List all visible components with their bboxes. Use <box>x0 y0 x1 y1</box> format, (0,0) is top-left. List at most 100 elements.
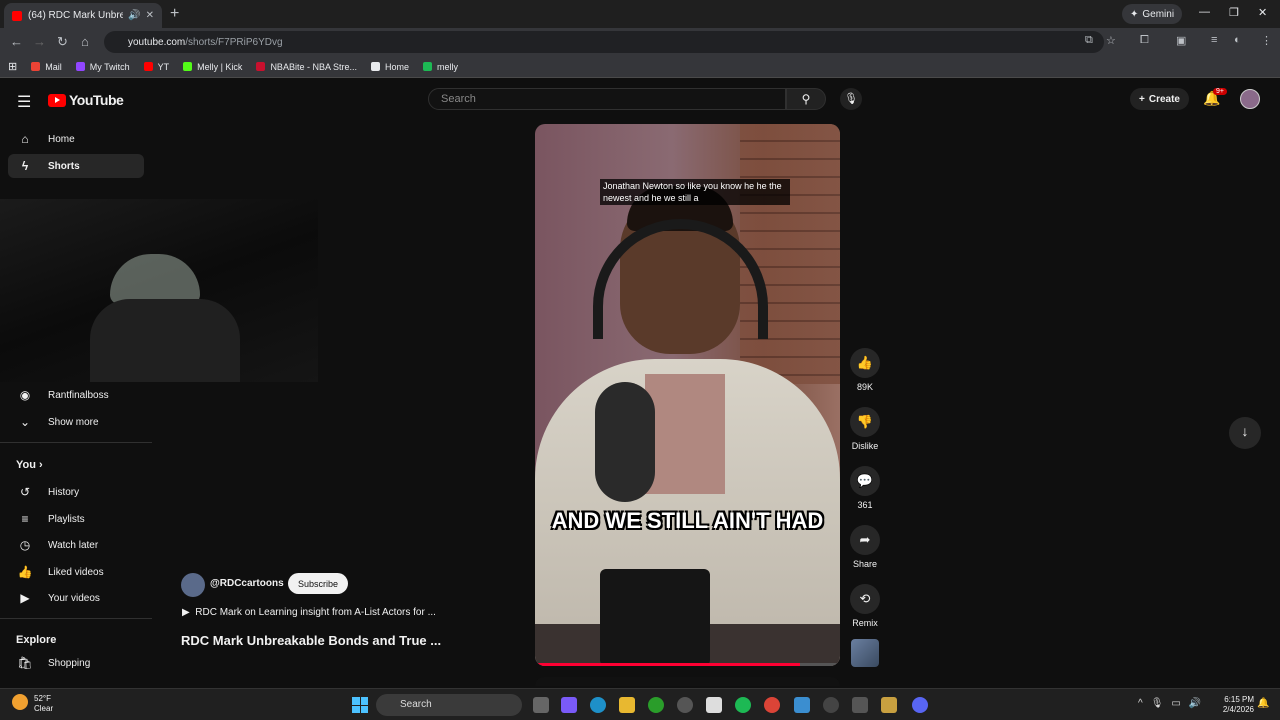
sidebar-item-history[interactable]: ↺ History <box>8 480 144 504</box>
new-tab-icon[interactable]: + <box>170 5 179 23</box>
bookmark-nbabite[interactable]: NBABite - NBA Stre... <box>256 62 357 72</box>
shorts-icon: ϟ <box>21 159 29 173</box>
browser-tab[interactable]: (64) RDC Mark Unbreakable 🔊 ✕ <box>4 3 162 28</box>
account-avatar[interactable] <box>1240 89 1260 109</box>
xbox-icon[interactable] <box>648 697 664 713</box>
discord-icon[interactable] <box>912 697 928 713</box>
logo-text: YouTube <box>69 92 124 108</box>
profile-icon[interactable]: ◐ <box>1234 34 1241 46</box>
chrome-menu-icon[interactable]: ⋮ <box>1261 34 1272 47</box>
sidebar-you-heading[interactable]: You › <box>16 459 43 471</box>
bookmark-mail[interactable]: Mail <box>31 62 62 72</box>
channel-avatar-icon: ◉ <box>19 388 31 402</box>
minimize-icon[interactable]: — <box>1199 6 1210 18</box>
thumbs-down-icon: 👎 <box>850 407 880 437</box>
sidebar-item-shorts[interactable]: ϟ Shorts <box>8 154 144 178</box>
microphone-icon[interactable]: 🎙 <box>1151 698 1164 709</box>
share-button[interactable]: ➦ Share <box>849 525 881 569</box>
tab-close-icon[interactable]: ✕ <box>146 10 154 21</box>
network-icon[interactable]: ▭ <box>1171 698 1180 709</box>
youtube-play-icon <box>48 93 66 107</box>
bookmark-kick[interactable]: Melly | Kick <box>183 62 242 72</box>
notification-center-icon[interactable]: 🔔 <box>1257 698 1269 709</box>
channel-avatar[interactable] <box>181 573 205 597</box>
url-host: youtube.com <box>128 36 186 48</box>
dislike-button[interactable]: 👎 Dislike <box>849 407 881 451</box>
sidebar-item-liked-videos[interactable]: 👍 Liked videos <box>8 560 144 584</box>
photos-icon[interactable] <box>794 697 810 713</box>
sidebar-item-shopping[interactable]: 🛍 Shopping <box>8 651 144 675</box>
forward-icon[interactable]: → <box>33 34 46 49</box>
video-progress-bar[interactable] <box>535 663 840 666</box>
file-explorer-icon[interactable] <box>619 697 635 713</box>
next-short-button[interactable]: ↓ <box>1229 417 1261 449</box>
menu-icon[interactable]: ☰ <box>17 92 31 112</box>
youtube-logo[interactable]: YouTube <box>48 92 124 108</box>
media-controls-icon[interactable]: ≡ <box>1211 34 1217 46</box>
sidebar-item-subscription[interactable]: ◉ Rantfinalboss <box>8 383 144 407</box>
short-title[interactable]: RDC Mark Unbreakable Bonds and True ... <box>181 633 441 648</box>
search-input[interactable]: Search <box>428 88 786 110</box>
settings-gear-icon[interactable] <box>677 697 693 713</box>
search-button[interactable]: ⚲ <box>786 88 826 110</box>
chrome-icon[interactable] <box>764 697 780 713</box>
reload-icon[interactable]: ↻ <box>57 34 68 50</box>
app-icon[interactable] <box>852 697 868 713</box>
thumbs-up-icon: 👍 <box>17 565 33 579</box>
edge-icon[interactable] <box>590 697 606 713</box>
window-close-icon[interactable]: ✕ <box>1258 6 1267 19</box>
history-icon: ↺ <box>19 485 31 499</box>
back-icon[interactable]: ← <box>10 34 23 49</box>
home-icon[interactable]: ⌂ <box>81 34 89 49</box>
bookmark-x-home[interactable]: Home <box>370 62 409 72</box>
weather-temp: 52°F <box>34 694 51 703</box>
youtube-icon <box>143 62 153 71</box>
chevron-up-icon[interactable]: ^ <box>1138 698 1143 709</box>
comments-button[interactable]: 💬 361 <box>849 466 881 510</box>
speaker-icon[interactable]: 🔊 <box>128 10 140 21</box>
taskbar-search[interactable]: Search <box>376 694 522 716</box>
task-view-icon[interactable] <box>533 697 549 713</box>
video-progress-fill <box>535 663 801 666</box>
twitch-icon <box>75 62 85 71</box>
bookmark-melly[interactable]: melly <box>422 62 458 72</box>
clock[interactable]: 6:15 PM 2/4/2026 <box>1216 695 1254 715</box>
gemini-button[interactable]: ✦ Gemini <box>1122 4 1183 24</box>
spotify-icon[interactable] <box>735 697 751 713</box>
apps-grid-icon[interactable]: ⊞ <box>8 60 17 73</box>
remix-button[interactable]: ⟲ Remix <box>849 584 881 628</box>
install-app-icon[interactable]: ⧉ <box>1085 34 1093 47</box>
volume-icon[interactable]: 🔊 <box>1189 698 1201 709</box>
address-bar[interactable]: youtube.com/shorts/F7PRiP6YDvg <box>104 31 1104 53</box>
sound-thumbnail[interactable] <box>851 639 879 667</box>
bookmark-yt[interactable]: YT <box>143 62 169 72</box>
comment-icon: 💬 <box>850 466 880 496</box>
start-button[interactable] <box>352 697 368 713</box>
split-view-icon[interactable]: ▣ <box>1176 34 1186 47</box>
bookmark-star-icon[interactable]: ☆ <box>1106 34 1116 47</box>
like-button[interactable]: 👍 89K <box>849 348 881 392</box>
tab-title: (64) RDC Mark Unbreakable <box>28 10 124 21</box>
channel-name[interactable]: @RDCcartoons <box>210 578 284 589</box>
subscribe-button[interactable]: Subscribe <box>288 573 349 594</box>
voice-search-button[interactable]: 🎙 <box>840 88 862 110</box>
weather-widget[interactable]: 52°F Clear <box>12 694 53 714</box>
sidebar-item-home[interactable]: ⌂ Home <box>8 127 144 151</box>
extensions-icon[interactable]: ⧠ <box>1140 34 1149 47</box>
sidebar-show-more[interactable]: ⌄ Show more <box>8 410 144 434</box>
copilot-icon[interactable] <box>561 697 577 713</box>
next-short-preview[interactable] <box>535 677 840 686</box>
bookmark-twitch[interactable]: My Twitch <box>75 62 130 72</box>
restore-icon[interactable]: ❐ <box>1229 6 1239 19</box>
related-video-link[interactable]: ▶ RDC Mark on Learning insight from A-Li… <box>182 607 436 618</box>
browser-tab-strip: (64) RDC Mark Unbreakable 🔊 ✕ + ✦ Gemini… <box>0 0 1280 28</box>
sidebar-item-watch-later[interactable]: ◷ Watch later <box>8 533 144 557</box>
create-button[interactable]: + Create <box>1130 88 1189 110</box>
short-video-player[interactable]: Jonathan Newton so like you know he he t… <box>535 124 840 666</box>
browser-toolbar: ← → ↻ ⌂ youtube.com/shorts/F7PRiP6YDvg ⧉… <box>0 28 1280 56</box>
media-player-icon[interactable] <box>823 697 839 713</box>
store-icon[interactable] <box>706 697 722 713</box>
sidebar-item-your-videos[interactable]: ▶ Your videos <box>8 586 144 610</box>
sidebar-item-playlists[interactable]: ≡ Playlists <box>8 507 144 531</box>
minecraft-icon[interactable] <box>881 697 897 713</box>
